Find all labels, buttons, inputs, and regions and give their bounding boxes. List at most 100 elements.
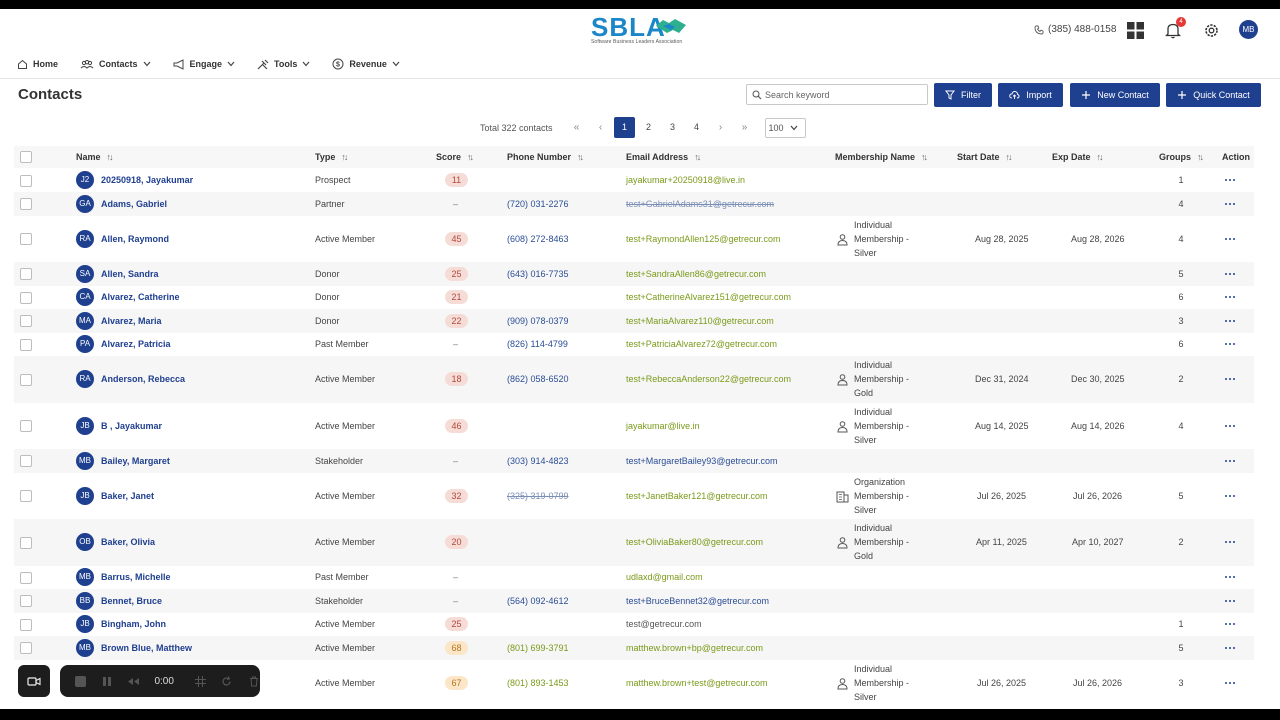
phone-link[interactable]: (801) 893-1453	[507, 678, 569, 688]
contact-name-link[interactable]: 20250918, Jayakumar	[101, 175, 193, 185]
contact-name-link[interactable]: Brown Blue, Matthew	[101, 643, 192, 653]
contact-name-link[interactable]: Adams, Gabriel	[101, 199, 167, 209]
row-checkbox[interactable]	[20, 315, 32, 327]
row-action-menu-icon[interactable]	[1225, 421, 1237, 431]
contact-name-link[interactable]: Bailey, Margaret	[101, 456, 170, 466]
table-row[interactable]: JB Bingham, John Active Member 25 test@g…	[14, 613, 1254, 636]
table-row[interactable]: RA Allen, Raymond Active Member 45 (608)…	[14, 216, 1254, 262]
row-checkbox[interactable]	[20, 537, 32, 549]
prev-page-icon[interactable]: ‹	[589, 122, 613, 133]
new-contact-button[interactable]: New Contact	[1070, 83, 1160, 107]
col-exp-date[interactable]: Exp Date ↑↓	[1052, 152, 1104, 162]
nav-home[interactable]: Home	[17, 59, 58, 70]
email-link[interactable]: test+PatriciaAlvarez72@getrecur.com	[626, 339, 777, 349]
page-number[interactable]: 4	[686, 117, 707, 138]
email-link[interactable]: udlaxd@gmail.com	[626, 572, 703, 582]
sbla-logo[interactable]: SBLA Software Business Leaders Associati…	[591, 14, 691, 45]
nav-contacts[interactable]: Contacts	[80, 59, 151, 70]
row-action-menu-icon[interactable]	[1225, 316, 1237, 326]
table-row[interactable]: RA Anderson, Rebecca Active Member 18 (8…	[14, 356, 1254, 403]
email-link[interactable]: test+BruceBennet32@getrecur.com	[626, 596, 769, 606]
sort-icon[interactable]: ↑↓	[1006, 152, 1013, 162]
phone-link[interactable]: (801) 699-3791	[507, 643, 569, 653]
trash-icon[interactable]	[247, 675, 260, 688]
contact-name-link[interactable]: Anderson, Rebecca	[101, 374, 185, 384]
row-checkbox[interactable]	[20, 595, 32, 607]
contact-name-link[interactable]: Baker, Olivia	[101, 537, 155, 547]
col-phone[interactable]: Phone Number ↑↓	[507, 152, 584, 162]
phone-link[interactable]: (909) 078-0379	[507, 316, 569, 326]
sort-icon[interactable]: ↑↓	[1097, 152, 1104, 162]
email-link[interactable]: test+MariaAlvarez110@getrecur.com	[626, 316, 774, 326]
col-type[interactable]: Type ↑↓	[315, 152, 348, 162]
import-button[interactable]: Import	[998, 83, 1063, 107]
email-link[interactable]: test+RaymondAllen125@getrecur.com	[626, 234, 780, 244]
row-checkbox[interactable]	[20, 268, 32, 280]
col-name[interactable]: Name ↑↓	[76, 152, 114, 162]
phone-link[interactable]: (862) 058-6520	[507, 374, 569, 384]
row-checkbox[interactable]	[20, 175, 32, 187]
contact-name-link[interactable]: Bennet, Bruce	[101, 596, 162, 606]
page-number[interactable]: 1	[614, 117, 636, 138]
email-link[interactable]: jayakumar@live.in	[626, 421, 700, 431]
row-checkbox[interactable]	[20, 420, 32, 432]
phone-link[interactable]: (826) 114-4799	[507, 339, 568, 349]
email-link[interactable]: matthew.brown+test@getrecur.com	[626, 678, 767, 688]
restart-icon[interactable]	[221, 675, 234, 688]
next-page-icon[interactable]: ›	[709, 122, 733, 133]
row-checkbox[interactable]	[20, 572, 32, 584]
last-page-icon[interactable]: »	[733, 122, 757, 133]
phone-link[interactable]: (608) 272-8463	[507, 234, 569, 244]
page-number[interactable]: 3	[662, 117, 683, 138]
contact-name-link[interactable]: B , Jayakumar	[101, 421, 162, 431]
filter-button[interactable]: Filter	[934, 83, 992, 107]
row-action-menu-icon[interactable]	[1225, 643, 1237, 653]
row-action-menu-icon[interactable]	[1225, 537, 1237, 547]
row-action-menu-icon[interactable]	[1225, 596, 1237, 606]
table-row[interactable]: PA Alvarez, Patricia Past Member – (826)…	[14, 333, 1254, 356]
nav-tools[interactable]: Tools	[257, 59, 310, 70]
grid-icon[interactable]	[194, 675, 207, 688]
search-box[interactable]	[746, 84, 928, 105]
email-link[interactable]: test+CatherineAlvarez151@getrecur.com	[626, 292, 791, 302]
contact-name-link[interactable]: Baker, Janet	[101, 491, 154, 501]
contact-name-link[interactable]: Barrus, Michelle	[101, 572, 171, 582]
apps-grid-icon[interactable]	[1125, 20, 1145, 40]
email-link[interactable]: test+GabrielAdams31@getrecur.com	[626, 199, 774, 209]
col-groups[interactable]: Groups ↑↓	[1159, 152, 1204, 162]
row-action-menu-icon[interactable]	[1225, 678, 1237, 688]
row-checkbox[interactable]	[20, 642, 32, 654]
email-link[interactable]: test+JanetBaker121@getrecur.com	[626, 491, 767, 501]
select-all-checkbox[interactable]	[20, 151, 32, 163]
contact-name-link[interactable]: Allen, Sandra	[101, 269, 159, 279]
row-checkbox[interactable]	[20, 619, 32, 631]
contact-name-link[interactable]: Alvarez, Maria	[101, 316, 162, 326]
row-action-menu-icon[interactable]	[1225, 491, 1237, 501]
contact-name-link[interactable]: Alvarez, Catherine	[101, 292, 180, 302]
sort-icon[interactable]: ↑↓	[107, 152, 114, 162]
sort-icon[interactable]: ↑↓	[921, 152, 928, 162]
contact-name-link[interactable]: Allen, Raymond	[101, 234, 169, 244]
nav-engage[interactable]: Engage	[173, 58, 236, 70]
nav-revenue[interactable]: $ Revenue	[332, 58, 400, 70]
page-number[interactable]: 2	[638, 117, 659, 138]
gear-icon[interactable]	[1201, 20, 1221, 40]
table-row[interactable]: BB Bennet, Bruce Stakeholder – (564) 092…	[14, 589, 1254, 613]
camera-toggle-button[interactable]	[18, 665, 50, 697]
phone-link[interactable]: (303) 914-4823	[507, 456, 569, 466]
phone-link[interactable]: (325) 319-0799	[507, 491, 569, 501]
email-link[interactable]: jayakumar+20250918@live.in	[626, 175, 745, 185]
email-link[interactable]: test@getrecur.com	[626, 619, 702, 629]
table-row[interactable]: J2 20250918, Jayakumar Prospect 11 jayak…	[14, 169, 1254, 192]
email-link[interactable]: test+SandraAllen86@getrecur.com	[626, 269, 766, 279]
sort-icon[interactable]: ↑↓	[341, 152, 348, 162]
row-action-menu-icon[interactable]	[1225, 292, 1237, 302]
bell-icon[interactable]: 4	[1163, 17, 1186, 40]
table-row[interactable]: GA Adams, Gabriel Partner – (720) 031-22…	[14, 192, 1254, 216]
user-avatar[interactable]: MB	[1239, 20, 1258, 39]
col-start-date[interactable]: Start Date ↑↓	[957, 152, 1013, 162]
rewind-icon[interactable]	[127, 675, 140, 688]
row-checkbox[interactable]	[20, 198, 32, 210]
row-action-menu-icon[interactable]	[1225, 456, 1237, 466]
row-action-menu-icon[interactable]	[1225, 619, 1237, 629]
